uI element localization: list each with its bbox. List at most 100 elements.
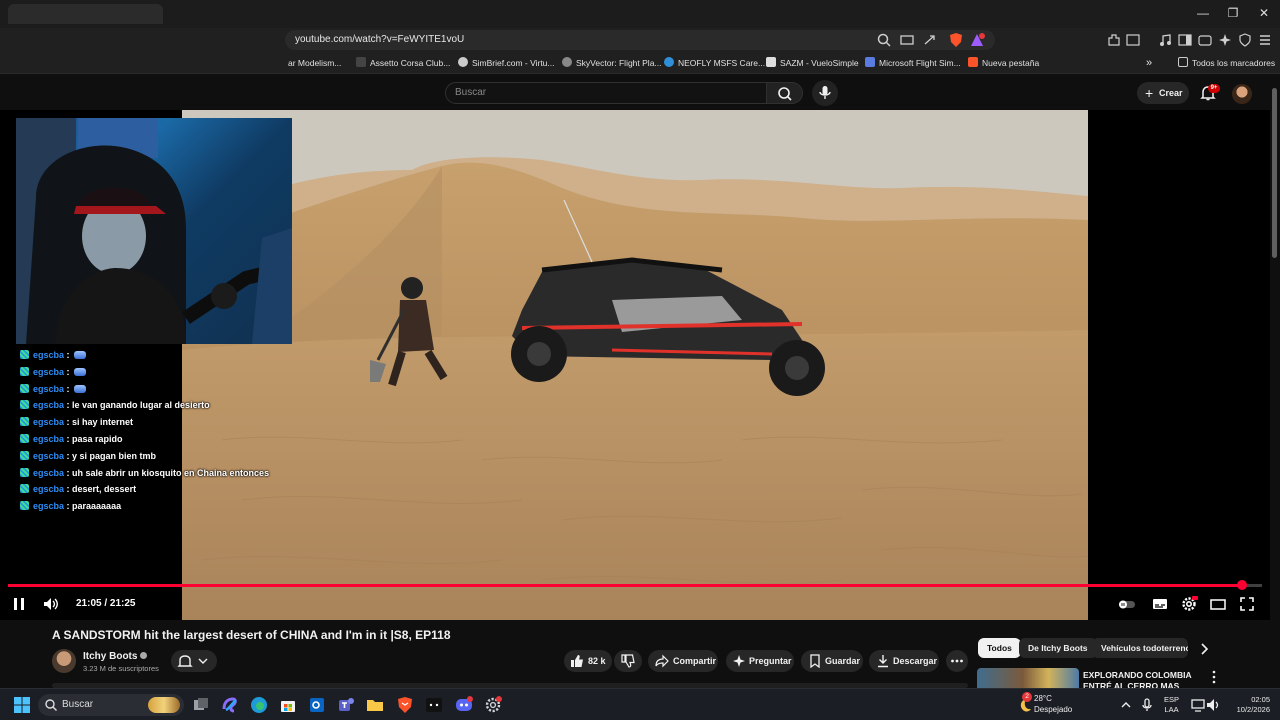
tray-chevron-up-icon[interactable] (1117, 696, 1135, 714)
bookmarks-bar: ar Modelism... Assetto Corsa Club... Sim… (0, 52, 1280, 74)
windows-start-icon[interactable] (13, 696, 31, 714)
channel-avatar[interactable] (52, 649, 76, 673)
menu-icon[interactable] (1257, 32, 1273, 48)
taskbar-search-placeholder: Buscar (62, 699, 94, 710)
wallet-card-icon[interactable] (1197, 32, 1213, 48)
chat-text: si hay internet (72, 417, 134, 428)
video-title: A SANDSTORM hit the largest desert of CH… (52, 628, 451, 642)
weather-widget[interactable]: 2 28°C Despejado (1014, 692, 1084, 718)
chat-message: egscba : si hay internet (20, 415, 133, 429)
dislike-button[interactable] (614, 650, 642, 672)
save-button[interactable]: Guardar (801, 650, 863, 672)
chip-offroad-vehicles[interactable]: Vehículos todoterreno (1092, 638, 1188, 658)
task-view-icon[interactable] (192, 696, 210, 714)
subscription-notifications-button[interactable] (171, 650, 217, 672)
theater-mode-icon[interactable] (1209, 595, 1227, 613)
video-player[interactable]: egscba : egscba : egscba : egscba : le v… (0, 110, 1280, 620)
extensions-icon[interactable] (1106, 32, 1122, 48)
minimize-button[interactable]: — (1188, 4, 1218, 22)
recommended-video-thumbnail[interactable] (977, 668, 1079, 690)
share-button[interactable]: Compartir (648, 650, 718, 672)
input-language-indicator[interactable]: ESP LAA (1164, 695, 1179, 715)
sidebar-toggle-icon[interactable] (1177, 32, 1193, 48)
recommended-more-icon[interactable] (1210, 670, 1218, 684)
bookmark-modelismo[interactable]: ar Modelism... (288, 56, 341, 70)
file-explorer-icon[interactable] (366, 696, 384, 714)
volume-tray-icon[interactable] (1205, 696, 1223, 714)
taskbar-search-input[interactable]: Buscar (38, 694, 184, 716)
ask-button[interactable]: Preguntar (726, 650, 794, 672)
verified-icon (140, 652, 148, 659)
bookmark-simbrief[interactable]: SimBrief.com - Virtu... (458, 56, 555, 70)
teams-icon[interactable] (337, 696, 355, 714)
brave-shields-icon[interactable] (948, 32, 964, 48)
cast-icon[interactable] (899, 32, 915, 48)
recommended-video-title[interactable]: EXPLORANDO COLOMBIA ENTRÉ AL CERRO MAS T… (1083, 670, 1203, 690)
microphone-tray-icon[interactable] (1138, 696, 1156, 714)
bookmark-neofly[interactable]: NEOFLY MSFS Care... (664, 56, 765, 70)
pause-icon[interactable] (10, 595, 28, 613)
search-placeholder: Buscar (455, 87, 487, 98)
page-scrollbar[interactable] (1270, 74, 1280, 694)
channel-name[interactable]: Itchy Boots (83, 651, 148, 662)
chip-all[interactable]: Todos (978, 638, 1021, 658)
copilot-icon[interactable] (221, 696, 239, 714)
user-avatar[interactable] (1232, 84, 1252, 104)
share-icon (655, 654, 669, 668)
share-page-icon[interactable] (922, 32, 938, 48)
bookmark-assetto-corsa[interactable]: Assetto Corsa Club... (356, 56, 450, 70)
wallet-icon[interactable] (1125, 32, 1141, 48)
url-text[interactable]: youtube.com/watch?v=FeWYITE1voU (295, 34, 464, 45)
create-button[interactable]: + Crear (1137, 82, 1189, 104)
bookmark-label: SimBrief.com - Virtu... (472, 58, 555, 68)
leo-ai-icon[interactable] (1217, 32, 1233, 48)
bookmark-new-tab[interactable]: Nueva pestaña (968, 56, 1039, 70)
subtitles-icon[interactable] (1151, 595, 1169, 613)
search-button[interactable] (767, 82, 803, 104)
chat-text: paraaaaaaa (72, 501, 122, 512)
microsoft-store-icon[interactable] (279, 696, 297, 714)
progress-scrubber[interactable] (1237, 580, 1248, 590)
voice-search-button[interactable] (812, 80, 838, 106)
autoplay-toggle-icon[interactable] (1118, 595, 1136, 613)
all-bookmarks-folder[interactable]: Todos los marcadores (1178, 56, 1275, 70)
zoom-icon[interactable] (876, 32, 892, 48)
download-button[interactable]: Descargar (869, 650, 939, 672)
search-input[interactable]: Buscar (445, 82, 767, 104)
volume-icon[interactable] (42, 595, 60, 613)
chat-separator: : (64, 350, 73, 360)
active-tab-indicator[interactable] (8, 4, 163, 24)
fullscreen-icon[interactable] (1238, 595, 1256, 613)
chat-separator: : (64, 366, 73, 377)
bookmark-msfs[interactable]: Microsoft Flight Sim... (865, 56, 961, 70)
bookmark-sazm[interactable]: SAZM - VueloSimple (766, 56, 859, 70)
outlook-icon[interactable] (308, 696, 326, 714)
vpn-shield-icon[interactable] (1237, 32, 1253, 48)
channel-name-text: Itchy Boots (83, 651, 138, 662)
more-actions-button[interactable] (946, 650, 968, 672)
like-button[interactable]: 82 k (564, 650, 612, 672)
bookmark-skyvector[interactable]: SkyVector: Flight Pla... (562, 56, 662, 70)
close-window-button[interactable]: ✕ (1249, 4, 1279, 22)
media-icon[interactable] (1157, 32, 1173, 48)
progress-bar[interactable] (8, 580, 1262, 590)
settings-app-icon[interactable] (484, 696, 502, 714)
restore-button[interactable]: ❐ (1218, 4, 1248, 22)
bookmarks-overflow-chevron-icon[interactable]: » (1146, 56, 1152, 70)
chat-badge-icon (20, 501, 29, 511)
chat-text: uh sale abrir un kiosquito en Chaina ent… (72, 467, 270, 478)
edge-browser-icon[interactable] (250, 696, 268, 714)
system-clock[interactable]: 02:05 10/2/2026 (1226, 695, 1270, 715)
scrollbar-thumb[interactable] (1272, 88, 1277, 258)
chips-next-chevron-icon[interactable] (1197, 642, 1211, 656)
brave-rewards-icon[interactable] (969, 32, 985, 48)
chip-from-channel[interactable]: De Itchy Boots (1019, 638, 1097, 658)
thumbs-up-icon (571, 655, 583, 667)
bookmark-label: Microsoft Flight Sim... (879, 58, 961, 68)
video-frame[interactable] (182, 110, 1088, 620)
chat-username: egscba (33, 366, 65, 377)
terminal-app-icon[interactable] (425, 696, 443, 714)
discord-icon[interactable] (455, 696, 473, 714)
settings-gear-icon[interactable] (1180, 595, 1198, 613)
brave-browser-icon[interactable] (396, 696, 414, 714)
